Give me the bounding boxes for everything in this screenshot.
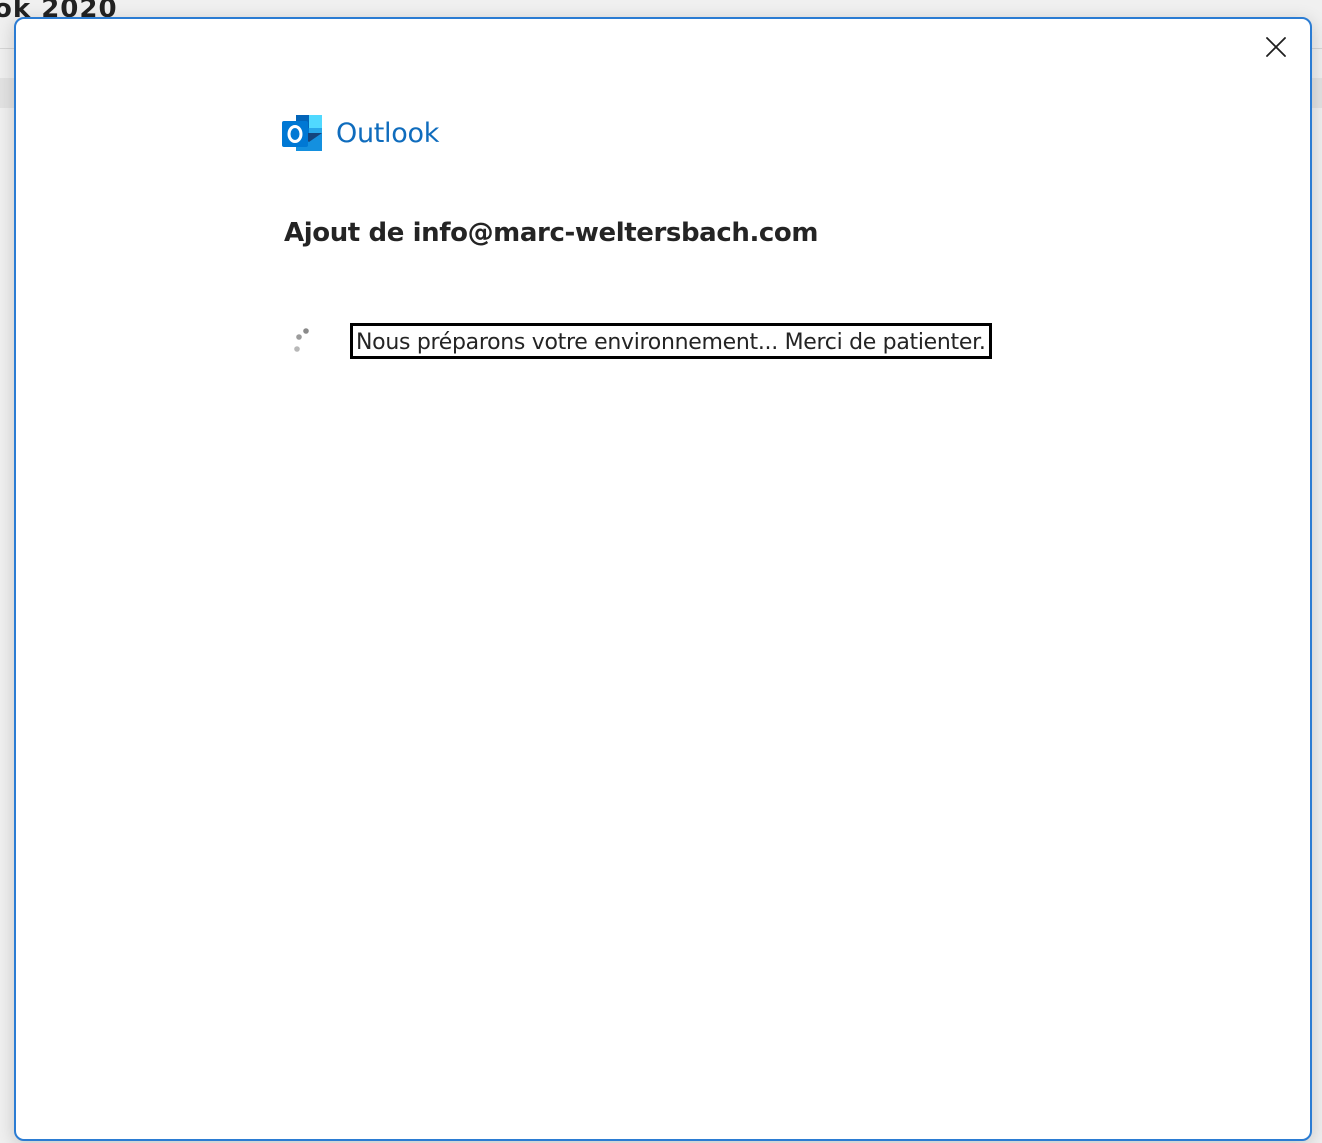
outlook-logo-icon bbox=[282, 115, 322, 151]
loading-spinner-icon bbox=[294, 328, 309, 352]
close-icon bbox=[1266, 37, 1286, 57]
outlook-brand-name: Outlook bbox=[336, 117, 440, 149]
status-message: Nous préparons votre environnement... Me… bbox=[350, 323, 992, 359]
close-button[interactable] bbox=[1260, 31, 1292, 63]
dialog-heading: Ajout de info@marc-weltersbach.com bbox=[284, 218, 819, 248]
outlook-brand: Outlook bbox=[282, 113, 439, 153]
add-account-dialog: Outlook Ajout de info@marc-weltersbach.c… bbox=[14, 17, 1312, 1141]
